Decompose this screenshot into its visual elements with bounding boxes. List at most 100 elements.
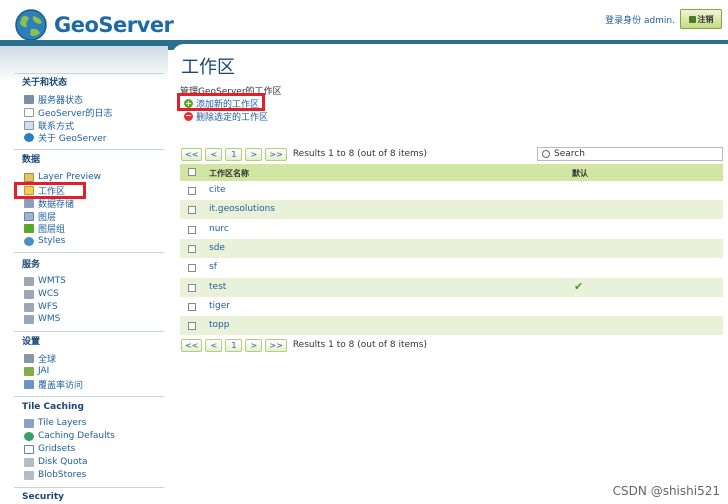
- remove-icon: −: [184, 110, 193, 121]
- section-divider: [14, 149, 164, 150]
- log-icon: [24, 107, 34, 117]
- sidebar-item-label: 服务器状态: [38, 95, 84, 106]
- app-header: GeoServer 登录身份 admin. 注销: [0, 0, 728, 44]
- service-icon: [24, 289, 34, 299]
- global-settings-icon: [24, 353, 34, 363]
- brand-name: GeoServer: [54, 13, 174, 37]
- disk-quota-icon: [24, 457, 34, 467]
- row-checkbox[interactable]: [188, 302, 196, 311]
- sidebar-item-styles[interactable]: Styles: [24, 235, 65, 247]
- section-title: 服务: [22, 260, 41, 270]
- sidebar-item-contact[interactable]: 联系方式: [24, 119, 74, 132]
- sidebar-section-settings: 设置: [0, 336, 168, 348]
- workspace-name-link[interactable]: tiger: [209, 301, 230, 311]
- workspaces-highlight: [14, 182, 86, 199]
- pager-first-button[interactable]: <<: [181, 338, 203, 352]
- sidebar-item-label: Disk Quota: [38, 457, 88, 467]
- pager-next-button[interactable]: >: [245, 147, 263, 161]
- row-checkbox[interactable]: [188, 244, 196, 253]
- sidebar-item-label: WMTS: [38, 276, 66, 286]
- pager-last-button[interactable]: >>: [265, 338, 287, 352]
- sidebar-section-about: 关于和状态: [0, 77, 168, 89]
- pager-page-button[interactable]: 1: [225, 147, 243, 161]
- tile-layers-icon: [24, 418, 34, 428]
- remove-workspace-link[interactable]: − 删除选定的工作区: [184, 110, 269, 123]
- sidebar-item-tile-layers[interactable]: Tile Layers: [24, 417, 86, 429]
- service-icon: [24, 302, 34, 312]
- add-workspace-highlight: [177, 93, 265, 111]
- globe-icon: [15, 9, 47, 41]
- logout-button[interactable]: 注销: [680, 9, 722, 29]
- row-checkbox[interactable]: [188, 283, 196, 292]
- row-checkbox[interactable]: [188, 225, 196, 234]
- pager-first-button[interactable]: <<: [181, 147, 203, 161]
- sidebar-item-wcs[interactable]: WCS: [24, 288, 59, 300]
- section-title: 关于和状态: [22, 78, 68, 88]
- geoserver-logo[interactable]: GeoServer: [14, 8, 174, 42]
- workspace-name-link[interactable]: cite: [209, 185, 226, 195]
- table-row: topp: [180, 316, 723, 336]
- workspace-name-link[interactable]: sf: [209, 262, 217, 272]
- sidebar-item-jai[interactable]: JAI: [24, 365, 49, 377]
- sidebar-item-label: GeoServer的日志: [38, 108, 113, 119]
- sidebar-item-layers[interactable]: 图层: [24, 210, 56, 223]
- workspace-name-link[interactable]: sde: [209, 243, 225, 253]
- remove-workspace-label: 删除选定的工作区: [196, 112, 269, 123]
- sidebar-item-global[interactable]: 全球: [24, 352, 56, 365]
- search-input[interactable]: Search: [537, 147, 723, 161]
- sidebar-section-security: Security: [0, 491, 168, 503]
- sidebar-section-data: 数据: [0, 154, 168, 166]
- sidebar-item-disk-quota[interactable]: Disk Quota: [24, 456, 88, 468]
- row-checkbox[interactable]: [188, 264, 196, 273]
- row-checkbox[interactable]: [188, 187, 196, 195]
- pager-last-button[interactable]: >>: [265, 147, 287, 161]
- pager-next-button[interactable]: >: [245, 338, 263, 352]
- workspace-name-link[interactable]: nurc: [209, 224, 229, 234]
- pager-top: << < 1 > >> Results 1 to 8 (out of 8 ite…: [181, 147, 427, 161]
- row-checkbox[interactable]: [188, 322, 196, 331]
- logout-icon: [688, 15, 696, 23]
- row-checkbox[interactable]: [188, 206, 196, 215]
- workspace-name-link[interactable]: it.geosolutions: [209, 204, 275, 214]
- contact-icon: [24, 120, 34, 130]
- pager-results: Results 1 to 8 (out of 8 items): [292, 149, 428, 159]
- layer-preview-icon: [24, 172, 34, 182]
- sidebar-item-blobstores[interactable]: BlobStores: [24, 469, 86, 481]
- sidebar-item-caching-defaults[interactable]: Caching Defaults: [24, 430, 115, 442]
- workspace-name-link[interactable]: test: [209, 282, 226, 292]
- sidebar-item-coverage[interactable]: 覆盖率访问: [24, 378, 84, 391]
- section-divider: [14, 252, 164, 253]
- workspace-name-link[interactable]: topp: [209, 320, 229, 330]
- sidebar-item-gridsets[interactable]: Gridsets: [24, 443, 75, 455]
- pager-bottom: << < 1 > >> Results 1 to 8 (out of 8 ite…: [181, 338, 427, 352]
- gridsets-icon: [24, 444, 34, 454]
- sidebar-item-log[interactable]: GeoServer的日志: [24, 106, 113, 119]
- layer-icon: [24, 211, 34, 221]
- sidebar-item-server-status[interactable]: 服务器状态: [24, 93, 84, 106]
- column-header-default[interactable]: 默认: [572, 168, 588, 179]
- service-icon: [24, 276, 34, 286]
- sidebar-item-label: 覆盖率访问: [38, 380, 84, 391]
- select-all-checkbox[interactable]: [188, 168, 196, 176]
- sidebar-item-label: WMS: [38, 314, 61, 324]
- column-header-name[interactable]: 工作区名称: [209, 168, 249, 179]
- jai-icon: [24, 366, 34, 376]
- search-icon: [542, 150, 550, 158]
- table-row: test ✔: [180, 277, 723, 297]
- sidebar-item-wfs[interactable]: WFS: [24, 301, 58, 313]
- sidebar-item-about[interactable]: 关于 GeoServer: [24, 131, 106, 144]
- sidebar-item-wms[interactable]: WMS: [24, 313, 60, 325]
- pager-prev-button[interactable]: <: [205, 147, 223, 161]
- sidebar-item-label: BlobStores: [38, 470, 87, 480]
- pager-page-button[interactable]: 1: [225, 338, 243, 352]
- section-divider: [14, 73, 164, 74]
- sidebar-item-label: 图层组: [38, 224, 66, 235]
- sidebar-item-label: Tile Layers: [38, 418, 87, 428]
- table-row: nurc: [180, 220, 723, 239]
- pager-prev-button[interactable]: <: [205, 338, 223, 352]
- sidebar-item-layergroups[interactable]: 图层组: [24, 222, 66, 235]
- sidebar-item-label: WCS: [38, 289, 59, 299]
- coverage-icon: [24, 379, 34, 389]
- login-status: 登录身份 admin.: [605, 16, 675, 26]
- sidebar-item-wmts[interactable]: WMTS: [24, 275, 66, 287]
